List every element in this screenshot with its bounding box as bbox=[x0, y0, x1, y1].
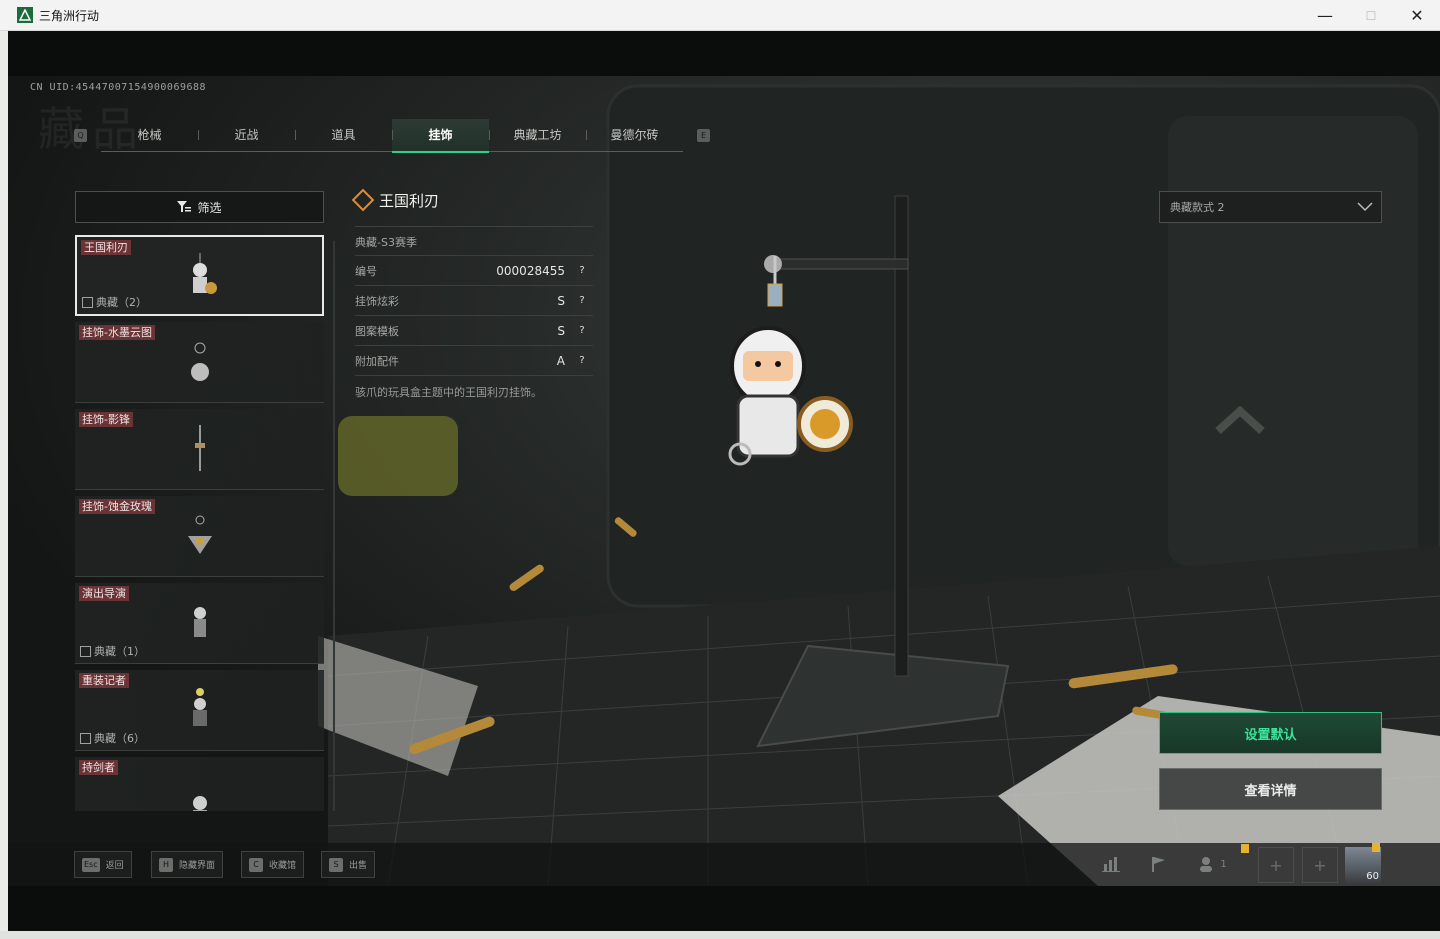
detail-row-charm-color: 挂饰炫彩 S ? bbox=[355, 285, 593, 315]
style-dropdown-value: 典藏款式 2 bbox=[1170, 201, 1225, 214]
tab-mandel-brick[interactable]: 曼德尔砖 bbox=[586, 119, 683, 151]
back-hotkey[interactable]: Esc 返回 bbox=[74, 851, 132, 878]
charm-thumbnail-icon bbox=[193, 688, 207, 726]
chevron-down-icon bbox=[1357, 202, 1373, 212]
help-icon[interactable]: ? bbox=[575, 293, 589, 308]
charm-season: 典藏-S3赛季 bbox=[355, 226, 593, 255]
sell-hotkey[interactable]: S 出售 bbox=[321, 851, 376, 878]
rarity-diamond-icon bbox=[351, 188, 375, 212]
charm-thumbnail-icon bbox=[193, 796, 207, 811]
prev-tab-key[interactable]: Q bbox=[74, 128, 87, 142]
squad-slot-add-icon[interactable]: + bbox=[1302, 847, 1338, 883]
list-item[interactable]: 挂饰-水墨云图 bbox=[75, 322, 324, 403]
item-name: 演出导演 bbox=[79, 586, 129, 601]
desktop-taskbar-edge bbox=[0, 931, 1440, 939]
collection-icon bbox=[80, 645, 91, 657]
help-icon[interactable]: ? bbox=[575, 353, 589, 368]
charm-description: 骇爪的玩具盒主题中的王国利刃挂饰。 bbox=[355, 386, 542, 399]
charm-thumbnail-icon bbox=[193, 253, 217, 294]
view-details-button[interactable]: 查看详情 bbox=[1159, 768, 1382, 810]
item-name: 重装记者 bbox=[79, 673, 129, 688]
player-avatar[interactable]: 60 bbox=[1345, 847, 1381, 883]
tab-charms[interactable]: 挂饰 bbox=[392, 118, 489, 153]
filter-button[interactable]: 筛选 bbox=[75, 191, 324, 223]
player-level: 60 bbox=[1366, 871, 1379, 882]
item-name: 挂饰-蚀金玫瑰 bbox=[79, 499, 155, 514]
hide-ui-hotkey[interactable]: H 隐藏界面 bbox=[151, 851, 224, 878]
maximize-button[interactable]: ☐ bbox=[1348, 0, 1394, 31]
charm-thumbnail-icon bbox=[191, 342, 209, 381]
squad-slot-add-icon[interactable]: + bbox=[1258, 847, 1294, 883]
detail-row-accessory: 附加配件 A ? bbox=[355, 345, 593, 376]
detail-row-pattern: 图案模板 S ? bbox=[355, 315, 593, 345]
filter-label: 筛选 bbox=[197, 200, 222, 215]
tab-melee[interactable]: 近战 bbox=[198, 119, 295, 151]
list-item[interactable]: 持剑者 bbox=[75, 757, 324, 811]
charm-thumbnail-icon bbox=[194, 607, 206, 637]
tab-collection-workshop[interactable]: 典藏工坊 bbox=[489, 119, 586, 151]
charm-detail-panel: 王国利刃 典藏-S3赛季 编号 000028455 ? 挂饰炫彩 S ? 图案模板 S… bbox=[351, 188, 593, 400]
friends-count: 1 bbox=[1220, 858, 1227, 870]
list-item[interactable]: 挂饰-影锋 bbox=[75, 409, 324, 490]
help-icon[interactable]: ? bbox=[575, 323, 589, 338]
collection-hall-hotkey[interactable]: C 收藏馆 bbox=[241, 851, 305, 878]
item-name: 挂饰-影锋 bbox=[79, 412, 133, 427]
next-tab-key[interactable]: E bbox=[697, 128, 710, 142]
item-name: 持剑者 bbox=[79, 760, 118, 775]
tab-firearms[interactable]: 枪械 bbox=[101, 119, 198, 151]
list-item[interactable]: 演出导演 典藏（1） bbox=[75, 583, 324, 664]
list-item[interactable]: 挂饰-蚀金玫瑰 bbox=[75, 496, 324, 577]
list-item[interactable]: 王国利刃 典藏（2） bbox=[75, 235, 324, 316]
filter-icon bbox=[177, 201, 192, 212]
item-name: 挂饰-水墨云图 bbox=[79, 325, 155, 340]
charm-thumbnail-icon bbox=[195, 425, 205, 471]
friends-button[interactable]: 1 bbox=[1193, 845, 1233, 883]
window-titlebar: 三角洲行动 — ☐ ✕ bbox=[0, 0, 1440, 31]
charm-thumbnail-icon bbox=[188, 515, 212, 554]
collection-icon bbox=[82, 296, 93, 308]
item-tag: 典藏（6） bbox=[80, 730, 145, 746]
avatar-badge bbox=[1372, 843, 1380, 852]
charm-figure bbox=[728, 256, 853, 466]
close-button[interactable]: ✕ bbox=[1394, 0, 1440, 31]
player-uid: CN UID:4544700715490006968​8 bbox=[30, 82, 207, 93]
set-default-button[interactable]: 设置默认 bbox=[1159, 712, 1382, 754]
charm-title: 王国利刃 bbox=[351, 188, 593, 212]
desktop-edge bbox=[0, 31, 8, 939]
help-icon[interactable]: ? bbox=[575, 263, 589, 278]
notification-badge bbox=[1241, 844, 1249, 853]
window-title: 三角洲行动 bbox=[39, 8, 100, 23]
stats-chart-icon[interactable] bbox=[1091, 845, 1131, 883]
flag-icon[interactable] bbox=[1138, 845, 1178, 883]
style-dropdown[interactable]: 典藏款式 2 bbox=[1159, 191, 1382, 223]
item-tag: 典藏（2） bbox=[82, 294, 147, 310]
game-viewport: CN UID:4544700715490006968​8 藏品 Q 枪械 近战 … bbox=[8, 31, 1440, 931]
item-name: 王国利刃 bbox=[81, 240, 131, 255]
detail-row-serial: 编号 000028455 ? bbox=[355, 255, 593, 285]
friends-icon bbox=[1200, 857, 1213, 872]
charm-list: 王国利刃 典藏（2） 挂饰-水墨云图 挂饰-影锋 挂饰-蚀金玫瑰 演出导演 典藏… bbox=[75, 235, 325, 811]
app-logo-icon bbox=[17, 7, 33, 23]
item-tag: 典藏（1） bbox=[80, 643, 145, 659]
category-tabbar: Q 枪械 近战 道具 挂饰 典藏工坊 曼德尔砖 E bbox=[74, 118, 710, 153]
tab-props[interactable]: 道具 bbox=[295, 119, 392, 151]
collection-icon bbox=[80, 732, 91, 744]
list-scrollbar[interactable] bbox=[333, 241, 335, 811]
minimize-button[interactable]: — bbox=[1302, 0, 1348, 31]
list-item[interactable]: 重装记者 典藏（6） bbox=[75, 670, 324, 751]
